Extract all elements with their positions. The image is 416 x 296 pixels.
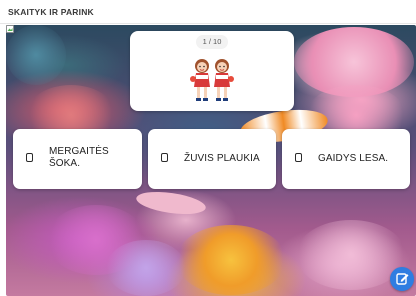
image-placeholder-icon xyxy=(6,25,14,33)
page-title: SKAITYK IR PARINK xyxy=(8,7,94,17)
edit-button[interactable] xyxy=(390,267,414,291)
radio-checkbox[interactable] xyxy=(26,153,33,162)
radio-checkbox[interactable] xyxy=(295,153,302,162)
pink-fish xyxy=(134,188,208,218)
dancing-girls-icon xyxy=(190,59,234,101)
edit-icon xyxy=(396,273,409,285)
app-header: SKAITYK IR PARINK xyxy=(0,0,416,24)
coral-decoration xyxy=(176,225,286,295)
answer-option-2[interactable]: ŽUVIS PLAUKIA xyxy=(148,129,276,189)
answer-label: GAIDYS LESA. xyxy=(318,153,389,164)
answer-option-3[interactable]: GAIDYS LESA. xyxy=(282,129,410,189)
question-counter: 1 / 10 xyxy=(196,35,228,49)
coral-decoration xyxy=(106,240,186,296)
question-card: 1 / 10 xyxy=(130,31,294,111)
coral-decoration xyxy=(6,25,66,85)
answer-option-1[interactable]: MERGAITĖS ŠOKA. xyxy=(13,129,142,189)
answer-label: MERGAITĖS ŠOKA. xyxy=(49,146,109,169)
radio-checkbox[interactable] xyxy=(161,153,168,162)
answer-label: ŽUVIS PLAUKIA xyxy=(184,153,260,164)
